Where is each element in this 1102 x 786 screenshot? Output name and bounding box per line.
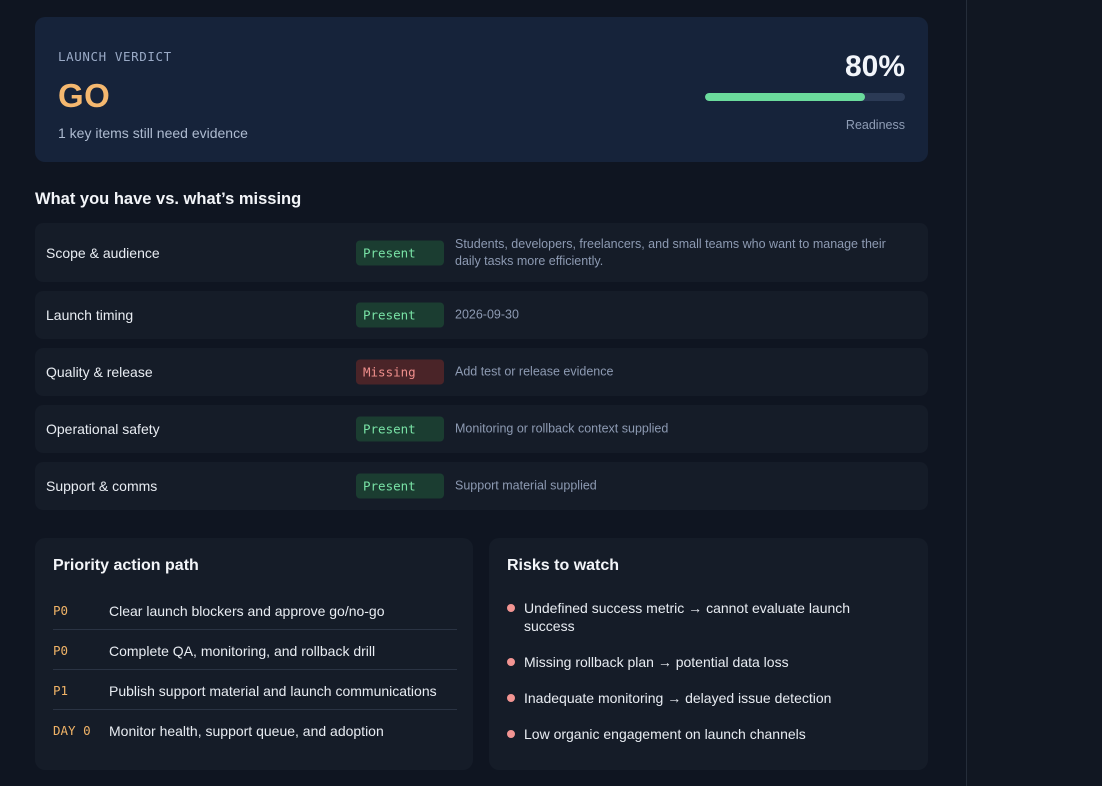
- action-item: P1 Publish support material and launch c…: [53, 670, 457, 710]
- evidence-checklist: Scope & audience Present Students, devel…: [35, 223, 928, 510]
- action-item: DAY 0 Monitor health, support queue, and…: [53, 710, 457, 750]
- verdict-kicker: LAUNCH VERDICT: [58, 49, 172, 64]
- checklist-title: What you have vs. what’s missing: [35, 190, 302, 208]
- action-item: P0 Complete QA, monitoring, and rollback…: [53, 630, 457, 670]
- risks-title: Risks to watch: [507, 557, 620, 574]
- risk-text: Inadequate monitoring → delayed issue de…: [524, 690, 832, 706]
- risk-item: Undefined success metric → cannot evalua…: [507, 599, 897, 635]
- checklist-item-detail: Monitoring or rollback context supplied: [455, 421, 669, 436]
- checklist-row: Operational safety Present Monitoring or…: [35, 405, 928, 453]
- checklist-item-detail: Students, developers, freelancers, and s…: [455, 236, 886, 268]
- priority-tag: P1: [53, 683, 69, 698]
- checklist-row: Support & comms Present Support material…: [35, 462, 928, 510]
- checklist-item-name: Operational safety: [46, 421, 160, 437]
- risk-text: Undefined success metric → cannot evalua…: [524, 600, 851, 634]
- readiness-score: 80%: [844, 50, 905, 83]
- bullet-dot-icon: [507, 730, 515, 738]
- risks-card: Risks to watch Undefined success metric …: [489, 538, 928, 770]
- risk-list: Undefined success metric → cannot evalua…: [507, 599, 897, 761]
- bullet-dot-icon: [507, 694, 515, 702]
- risk-text: Missing rollback plan → potential data l…: [524, 654, 789, 670]
- risk-item: Missing rollback plan → potential data l…: [507, 653, 897, 671]
- priority-tag: P0: [53, 603, 69, 618]
- checklist-item-name: Quality & release: [46, 364, 153, 380]
- priority-action-title: Priority action path: [53, 557, 199, 574]
- priority-tag: P0: [53, 643, 69, 658]
- risk-item: Low organic engagement on launch channel…: [507, 725, 897, 743]
- checklist-row: Launch timing Present 2026-09-30: [35, 291, 928, 339]
- status-badge: Present: [356, 302, 444, 328]
- priority-tag: DAY 0: [53, 723, 91, 738]
- bottom-panels: Priority action path P0 Clear launch blo…: [35, 538, 928, 770]
- status-badge: Missing: [356, 359, 444, 385]
- main-content: LAUNCH VERDICT GO 1 key items still need…: [35, 17, 928, 770]
- readiness-progress-bar: [705, 93, 905, 101]
- checklist-item-name: Support & comms: [46, 478, 158, 494]
- readiness-label: Readiness: [845, 118, 905, 132]
- action-text: Publish support material and launch comm…: [109, 683, 437, 699]
- action-text: Monitor health, support queue, and adopt…: [109, 723, 384, 739]
- checklist-row: Quality & release Missing Add test or re…: [35, 348, 928, 396]
- checklist-item-name: Launch timing: [46, 307, 134, 323]
- verdict-value: GO: [58, 77, 111, 114]
- action-list: P0 Clear launch blockers and approve go/…: [53, 590, 457, 750]
- side-panel: [966, 0, 1102, 786]
- risk-text: Low organic engagement on launch channel…: [524, 726, 806, 742]
- status-badge: Present: [356, 416, 444, 442]
- action-text: Complete QA, monitoring, and rollback dr…: [109, 643, 376, 659]
- launch-verdict-card: LAUNCH VERDICT GO 1 key items still need…: [35, 17, 928, 162]
- checklist-item-name: Scope & audience: [46, 244, 160, 261]
- action-item: P0 Clear launch blockers and approve go/…: [53, 590, 457, 630]
- checklist-item-detail: Add test or release evidence: [455, 364, 614, 379]
- checklist-row: Scope & audience Present Students, devel…: [35, 223, 928, 282]
- checklist-item-detail: 2026-09-30: [455, 307, 519, 322]
- bullet-dot-icon: [507, 658, 515, 666]
- verdict-note: 1 key items still need evidence: [58, 125, 248, 141]
- checklist-item-detail: Support material supplied: [455, 478, 597, 493]
- readiness-progress-fill: [705, 93, 865, 101]
- status-badge: Present: [356, 240, 444, 265]
- bullet-dot-icon: [507, 604, 515, 612]
- priority-action-card: Priority action path P0 Clear launch blo…: [35, 538, 473, 770]
- action-text: Clear launch blockers and approve go/no-…: [109, 603, 385, 619]
- status-badge: Present: [356, 473, 444, 499]
- risk-item: Inadequate monitoring → delayed issue de…: [507, 689, 897, 707]
